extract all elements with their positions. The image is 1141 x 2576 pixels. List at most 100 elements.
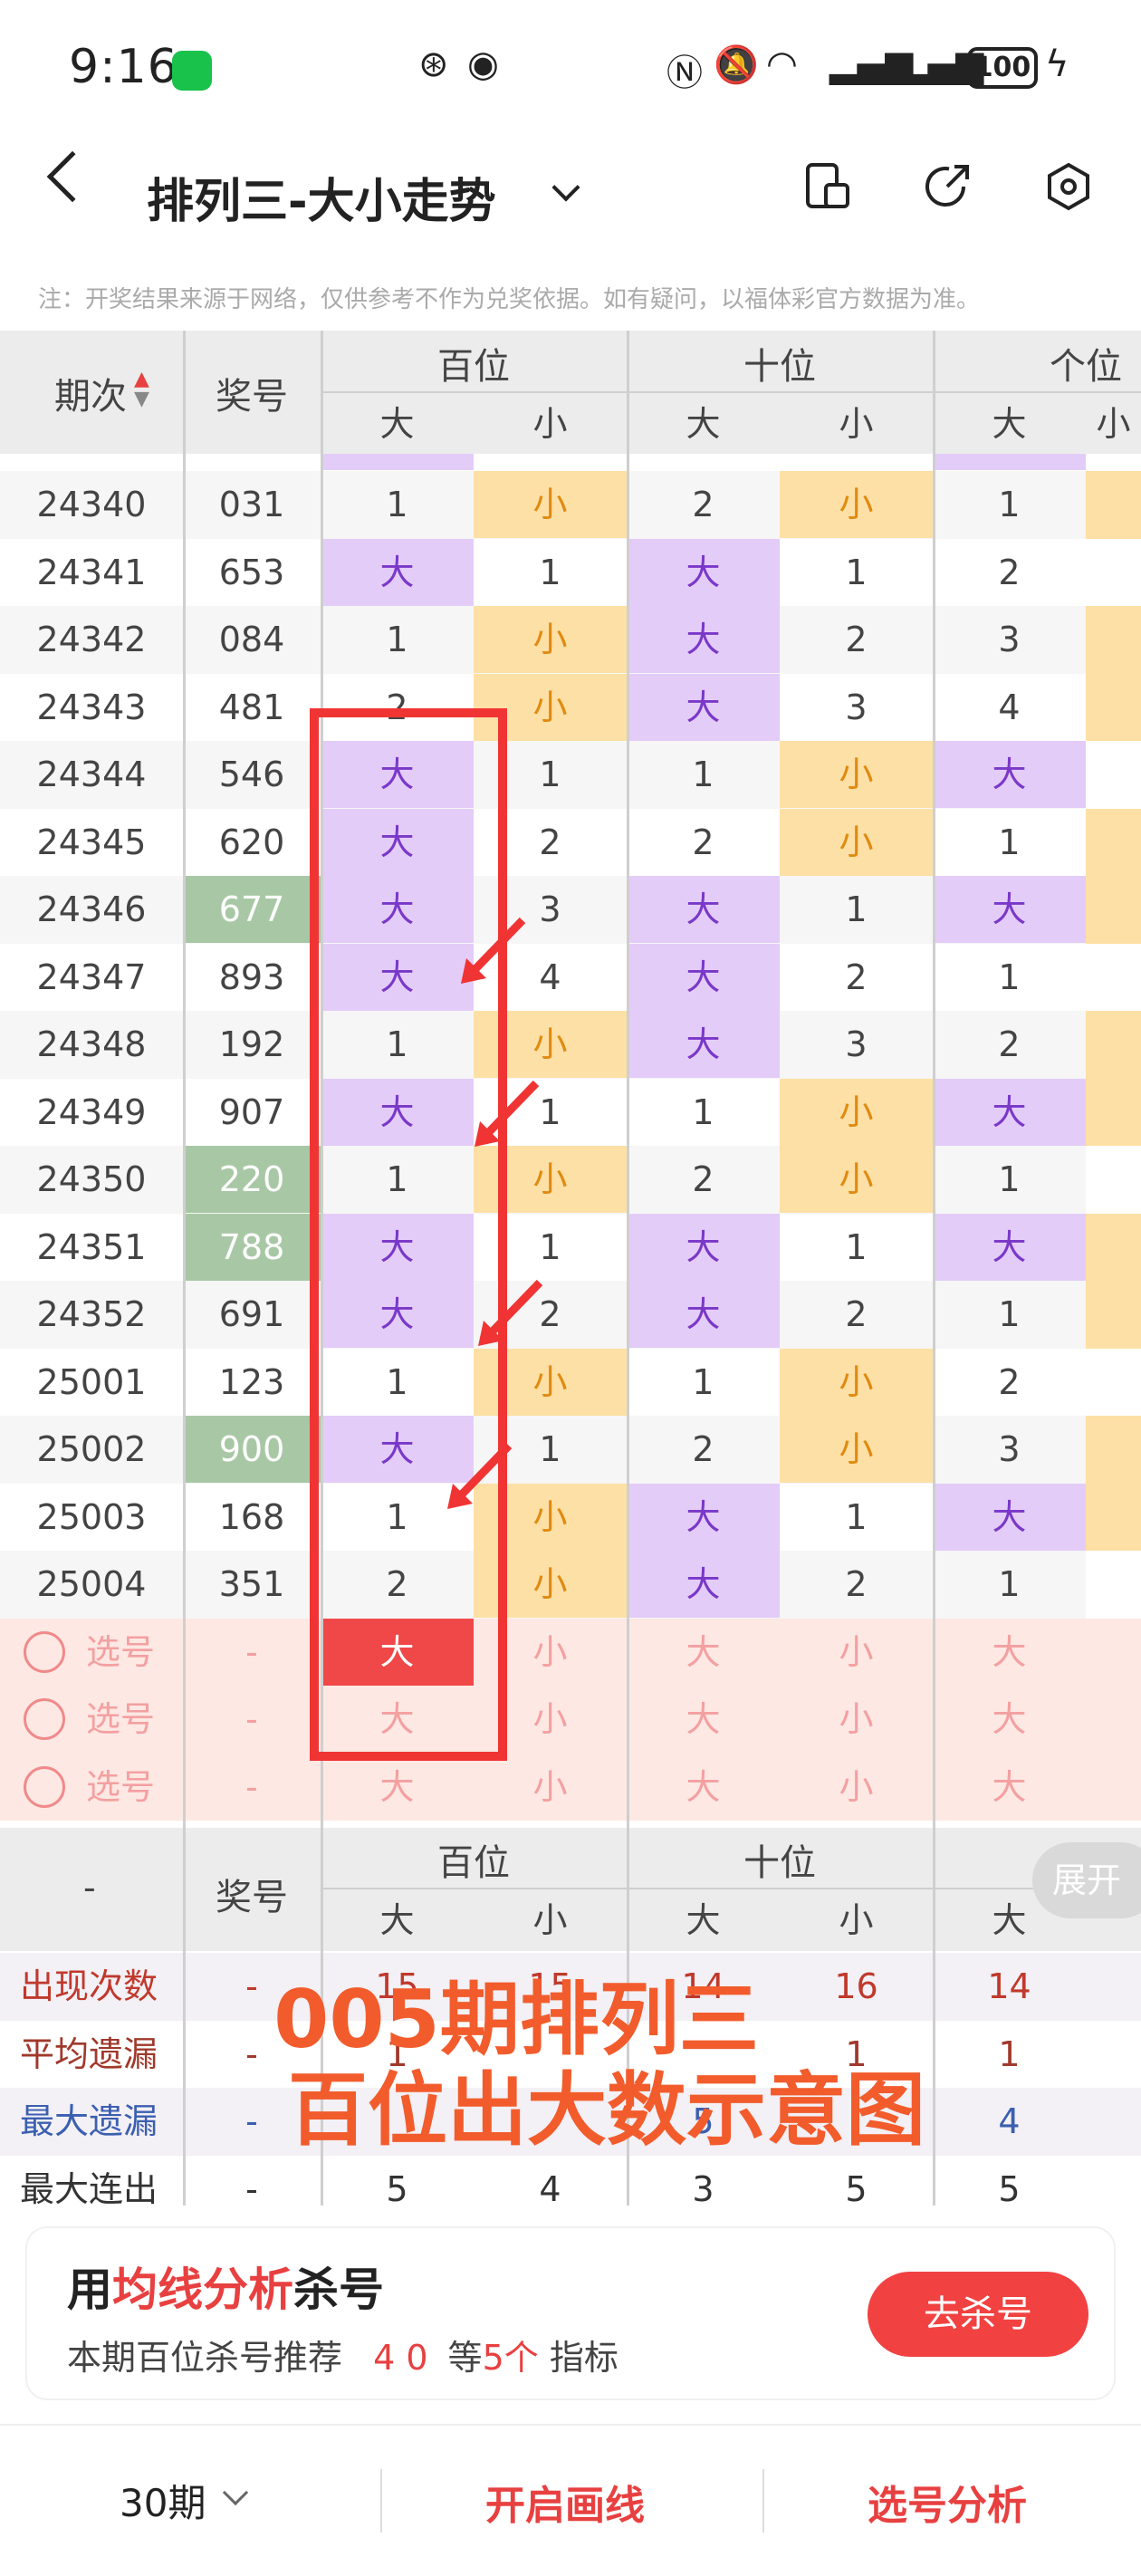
trend-cell-partial (1086, 808, 1141, 876)
stats-cell: 4 (539, 2168, 561, 2209)
period-cell: 24340 (36, 485, 147, 524)
pick-cell[interactable]: 大 (933, 1754, 1086, 1821)
highlight-box (310, 708, 507, 1761)
trend-cell-partial (1086, 1281, 1141, 1349)
trend-cell: 3 (998, 1429, 1021, 1469)
period-cell: 24351 (36, 1226, 147, 1267)
pick-cell[interactable]: 大 (933, 1686, 1086, 1753)
pick-cell[interactable]: 大 (627, 1754, 780, 1821)
partial-row (933, 454, 1086, 470)
sort-icon[interactable]: ▲ (134, 370, 149, 389)
number-cell: 123 (218, 1361, 285, 1402)
card-sub-a: 本期百位杀号推荐 (67, 2338, 343, 2378)
mute-icon: 🔕 (714, 44, 759, 86)
sub-header: 大 (379, 1900, 415, 1940)
number-cell: 351 (218, 1564, 285, 1604)
pick-cell[interactable]: 小 (780, 1686, 933, 1753)
trend-cell: 大 (627, 538, 780, 606)
period-cell: 25001 (36, 1361, 147, 1402)
trend-cell-partial (1086, 538, 1141, 606)
arrow-icon (461, 917, 526, 984)
group-header: 十位 (743, 1842, 816, 1884)
sort-icon[interactable]: ▼ (134, 389, 149, 409)
col-number-header: 奖号 (216, 376, 288, 418)
chevron-down-icon (222, 2479, 249, 2506)
trend-cell: 2 (845, 1294, 868, 1334)
trend-cell: 小 (780, 1416, 933, 1483)
radio-icon[interactable] (24, 1630, 65, 1673)
arrow-icon (475, 1080, 540, 1147)
pick-dash: - (245, 1631, 258, 1672)
trend-cell-partial (1086, 876, 1141, 944)
expand-button[interactable]: 展开 (1032, 1842, 1141, 1918)
card-title-c: 杀号 (293, 2264, 384, 2316)
pick-label[interactable]: 选号 (80, 1619, 161, 1686)
number-cell: 893 (218, 956, 285, 997)
kill-number-button[interactable]: 去杀号 (868, 2272, 1088, 2357)
stats-cell: 5 (845, 2168, 868, 2209)
back-icon[interactable] (46, 150, 99, 203)
trend-cell: 大 (627, 1213, 780, 1281)
grid-line (933, 331, 935, 2206)
chevron-down-icon[interactable] (551, 173, 580, 202)
eye-icon: ◉ (467, 43, 499, 85)
wechat-icon (172, 51, 212, 91)
sub-header: 大 (379, 404, 415, 444)
draw-line-button[interactable]: 开启画线 (485, 2473, 645, 2531)
number-cell: 900 (183, 1416, 321, 1483)
pick-cell[interactable]: 大 (627, 1686, 780, 1753)
pick-cell[interactable]: 大 (321, 1754, 474, 1821)
trend-cell: 小 (780, 1078, 933, 1146)
trend-cell-partial (1086, 1078, 1141, 1146)
trend-cell: 3 (998, 620, 1021, 659)
pick-dash: - (245, 1699, 258, 1739)
radio-icon[interactable] (24, 1698, 65, 1740)
pick-cell[interactable]: 大 (933, 1619, 1086, 1686)
trend-cell: 2 (998, 1024, 1021, 1064)
card-title-a: 用 (67, 2264, 112, 2316)
trend-cell: 1 (845, 1496, 868, 1537)
arrow-icon (447, 1442, 513, 1509)
period-cell: 25003 (36, 1496, 147, 1537)
trend-cell: 3 (845, 687, 868, 727)
trend-cell: 1 (692, 1361, 714, 1402)
overlay-line2: 百位出大数示意图 (287, 2063, 925, 2157)
trend-cell-partial (1086, 1551, 1141, 1619)
pick-label[interactable]: 选号 (80, 1686, 161, 1753)
grid-line (627, 331, 629, 2206)
number-cell: 691 (218, 1294, 285, 1334)
pick-analysis-button[interactable]: 选号分析 (868, 2473, 1027, 2531)
stats-number-header: 奖号 (216, 1877, 288, 1918)
number-cell: 620 (218, 822, 285, 862)
layout-icon[interactable] (802, 161, 853, 212)
pick-cell[interactable]: 小 (474, 1754, 627, 1821)
trend-cell: 小 (780, 741, 933, 808)
radio-icon[interactable] (24, 1765, 65, 1808)
period-cell: 24342 (36, 620, 147, 659)
trend-cell: 2 (845, 1564, 868, 1604)
sub-header: 大 (686, 404, 721, 444)
page-title[interactable]: 排列三-大小走势 (147, 163, 496, 231)
col-period-header[interactable]: 期次 (54, 367, 127, 419)
pick-cell[interactable]: 小 (780, 1754, 933, 1821)
period-select[interactable]: 30期 (120, 2473, 206, 2528)
trend-cell-partial (1086, 1146, 1141, 1214)
sub-header: 大 (992, 404, 1027, 444)
trend-cell: 小 (780, 471, 933, 538)
trend-cell-partial (1086, 471, 1141, 539)
trend-cell: 1 (539, 552, 561, 592)
share-icon[interactable] (922, 161, 973, 212)
pick-label[interactable]: 选号 (80, 1754, 161, 1821)
period-cell: 24345 (36, 822, 147, 862)
trend-cell: 大 (627, 876, 780, 943)
trend-cell: 小 (780, 1146, 933, 1213)
settings-icon[interactable] (1043, 161, 1094, 212)
stats-dash: - (83, 1868, 96, 1908)
pick-cell[interactable]: 大 (627, 1619, 780, 1686)
sub-header: 小 (839, 404, 874, 444)
trend-cell: 大 (933, 1078, 1086, 1146)
period-cell: 24344 (36, 755, 147, 794)
pick-cell[interactable]: 小 (780, 1619, 933, 1686)
trend-cell: 小 (780, 1348, 933, 1416)
trend-cell: 小 (474, 471, 627, 538)
